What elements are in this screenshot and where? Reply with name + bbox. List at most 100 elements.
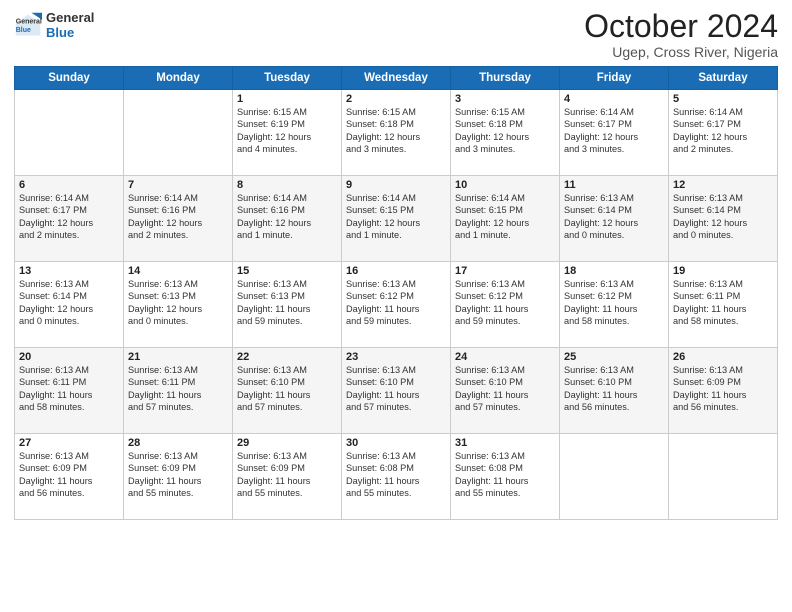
calendar-cell (669, 434, 778, 520)
col-wednesday: Wednesday (342, 67, 451, 90)
day-info: Sunrise: 6:13 AM Sunset: 6:11 PM Dayligh… (128, 364, 228, 414)
day-number: 4 (564, 93, 664, 105)
calendar-cell: 3Sunrise: 6:15 AM Sunset: 6:18 PM Daylig… (451, 90, 560, 176)
day-info: Sunrise: 6:13 AM Sunset: 6:08 PM Dayligh… (455, 450, 555, 500)
calendar-cell: 19Sunrise: 6:13 AM Sunset: 6:11 PM Dayli… (669, 262, 778, 348)
col-thursday: Thursday (451, 67, 560, 90)
day-info: Sunrise: 6:15 AM Sunset: 6:19 PM Dayligh… (237, 106, 337, 156)
calendar-cell (560, 434, 669, 520)
day-number: 22 (237, 351, 337, 363)
day-info: Sunrise: 6:13 AM Sunset: 6:14 PM Dayligh… (564, 192, 664, 242)
calendar-cell: 29Sunrise: 6:13 AM Sunset: 6:09 PM Dayli… (233, 434, 342, 520)
day-info: Sunrise: 6:15 AM Sunset: 6:18 PM Dayligh… (346, 106, 446, 156)
day-number: 10 (455, 179, 555, 191)
calendar-week-row: 13Sunrise: 6:13 AM Sunset: 6:14 PM Dayli… (15, 262, 778, 348)
day-info: Sunrise: 6:13 AM Sunset: 6:13 PM Dayligh… (237, 278, 337, 328)
day-number: 24 (455, 351, 555, 363)
day-number: 30 (346, 437, 446, 449)
day-info: Sunrise: 6:14 AM Sunset: 6:17 PM Dayligh… (19, 192, 119, 242)
day-number: 7 (128, 179, 228, 191)
calendar-cell: 17Sunrise: 6:13 AM Sunset: 6:12 PM Dayli… (451, 262, 560, 348)
day-info: Sunrise: 6:14 AM Sunset: 6:17 PM Dayligh… (673, 106, 773, 156)
calendar-week-row: 20Sunrise: 6:13 AM Sunset: 6:11 PM Dayli… (15, 348, 778, 434)
day-number: 15 (237, 265, 337, 277)
svg-text:General: General (16, 18, 42, 25)
calendar-cell: 4Sunrise: 6:14 AM Sunset: 6:17 PM Daylig… (560, 90, 669, 176)
day-number: 13 (19, 265, 119, 277)
day-info: Sunrise: 6:13 AM Sunset: 6:09 PM Dayligh… (237, 450, 337, 500)
day-info: Sunrise: 6:13 AM Sunset: 6:09 PM Dayligh… (19, 450, 119, 500)
col-saturday: Saturday (669, 67, 778, 90)
month-title: October 2024 (584, 10, 778, 42)
day-number: 18 (564, 265, 664, 277)
calendar-cell: 28Sunrise: 6:13 AM Sunset: 6:09 PM Dayli… (124, 434, 233, 520)
day-number: 31 (455, 437, 555, 449)
day-info: Sunrise: 6:14 AM Sunset: 6:15 PM Dayligh… (455, 192, 555, 242)
day-number: 1 (237, 93, 337, 105)
calendar-cell: 30Sunrise: 6:13 AM Sunset: 6:08 PM Dayli… (342, 434, 451, 520)
logo: General Blue General Blue (14, 10, 94, 40)
calendar-cell: 15Sunrise: 6:13 AM Sunset: 6:13 PM Dayli… (233, 262, 342, 348)
calendar-cell: 12Sunrise: 6:13 AM Sunset: 6:14 PM Dayli… (669, 176, 778, 262)
day-number: 23 (346, 351, 446, 363)
calendar-cell: 14Sunrise: 6:13 AM Sunset: 6:13 PM Dayli… (124, 262, 233, 348)
day-info: Sunrise: 6:14 AM Sunset: 6:15 PM Dayligh… (346, 192, 446, 242)
day-info: Sunrise: 6:13 AM Sunset: 6:11 PM Dayligh… (19, 364, 119, 414)
calendar-cell: 13Sunrise: 6:13 AM Sunset: 6:14 PM Dayli… (15, 262, 124, 348)
logo-icon: General Blue (14, 11, 42, 39)
col-sunday: Sunday (15, 67, 124, 90)
calendar-cell: 2Sunrise: 6:15 AM Sunset: 6:18 PM Daylig… (342, 90, 451, 176)
day-info: Sunrise: 6:13 AM Sunset: 6:11 PM Dayligh… (673, 278, 773, 328)
calendar-cell: 11Sunrise: 6:13 AM Sunset: 6:14 PM Dayli… (560, 176, 669, 262)
calendar-cell: 6Sunrise: 6:14 AM Sunset: 6:17 PM Daylig… (15, 176, 124, 262)
logo-text: General Blue (46, 10, 94, 40)
calendar-cell (15, 90, 124, 176)
calendar-week-row: 1Sunrise: 6:15 AM Sunset: 6:19 PM Daylig… (15, 90, 778, 176)
day-number: 3 (455, 93, 555, 105)
day-number: 12 (673, 179, 773, 191)
page: General Blue General Blue October 2024 U… (0, 0, 792, 612)
calendar-header-row: Sunday Monday Tuesday Wednesday Thursday… (15, 67, 778, 90)
day-info: Sunrise: 6:15 AM Sunset: 6:18 PM Dayligh… (455, 106, 555, 156)
calendar-cell: 24Sunrise: 6:13 AM Sunset: 6:10 PM Dayli… (451, 348, 560, 434)
day-info: Sunrise: 6:14 AM Sunset: 6:17 PM Dayligh… (564, 106, 664, 156)
col-tuesday: Tuesday (233, 67, 342, 90)
calendar-cell: 10Sunrise: 6:14 AM Sunset: 6:15 PM Dayli… (451, 176, 560, 262)
day-number: 6 (19, 179, 119, 191)
col-monday: Monday (124, 67, 233, 90)
calendar-week-row: 6Sunrise: 6:14 AM Sunset: 6:17 PM Daylig… (15, 176, 778, 262)
day-info: Sunrise: 6:13 AM Sunset: 6:14 PM Dayligh… (673, 192, 773, 242)
col-friday: Friday (560, 67, 669, 90)
day-number: 27 (19, 437, 119, 449)
calendar-cell: 18Sunrise: 6:13 AM Sunset: 6:12 PM Dayli… (560, 262, 669, 348)
calendar-cell: 20Sunrise: 6:13 AM Sunset: 6:11 PM Dayli… (15, 348, 124, 434)
calendar-cell: 21Sunrise: 6:13 AM Sunset: 6:11 PM Dayli… (124, 348, 233, 434)
calendar-cell: 26Sunrise: 6:13 AM Sunset: 6:09 PM Dayli… (669, 348, 778, 434)
calendar-cell: 25Sunrise: 6:13 AM Sunset: 6:10 PM Dayli… (560, 348, 669, 434)
day-number: 19 (673, 265, 773, 277)
day-info: Sunrise: 6:13 AM Sunset: 6:10 PM Dayligh… (346, 364, 446, 414)
calendar-cell: 1Sunrise: 6:15 AM Sunset: 6:19 PM Daylig… (233, 90, 342, 176)
day-info: Sunrise: 6:13 AM Sunset: 6:10 PM Dayligh… (237, 364, 337, 414)
day-number: 9 (346, 179, 446, 191)
day-number: 29 (237, 437, 337, 449)
location: Ugep, Cross River, Nigeria (584, 44, 778, 60)
calendar-cell (124, 90, 233, 176)
day-number: 25 (564, 351, 664, 363)
calendar-cell: 22Sunrise: 6:13 AM Sunset: 6:10 PM Dayli… (233, 348, 342, 434)
calendar-week-row: 27Sunrise: 6:13 AM Sunset: 6:09 PM Dayli… (15, 434, 778, 520)
day-number: 5 (673, 93, 773, 105)
day-number: 26 (673, 351, 773, 363)
day-info: Sunrise: 6:13 AM Sunset: 6:10 PM Dayligh… (564, 364, 664, 414)
header: General Blue General Blue October 2024 U… (14, 10, 778, 60)
day-info: Sunrise: 6:13 AM Sunset: 6:10 PM Dayligh… (455, 364, 555, 414)
day-info: Sunrise: 6:13 AM Sunset: 6:09 PM Dayligh… (673, 364, 773, 414)
day-info: Sunrise: 6:14 AM Sunset: 6:16 PM Dayligh… (237, 192, 337, 242)
day-number: 16 (346, 265, 446, 277)
calendar-cell: 27Sunrise: 6:13 AM Sunset: 6:09 PM Dayli… (15, 434, 124, 520)
calendar-cell: 31Sunrise: 6:13 AM Sunset: 6:08 PM Dayli… (451, 434, 560, 520)
calendar-cell: 5Sunrise: 6:14 AM Sunset: 6:17 PM Daylig… (669, 90, 778, 176)
day-info: Sunrise: 6:13 AM Sunset: 6:14 PM Dayligh… (19, 278, 119, 328)
calendar-cell: 16Sunrise: 6:13 AM Sunset: 6:12 PM Dayli… (342, 262, 451, 348)
day-info: Sunrise: 6:13 AM Sunset: 6:09 PM Dayligh… (128, 450, 228, 500)
